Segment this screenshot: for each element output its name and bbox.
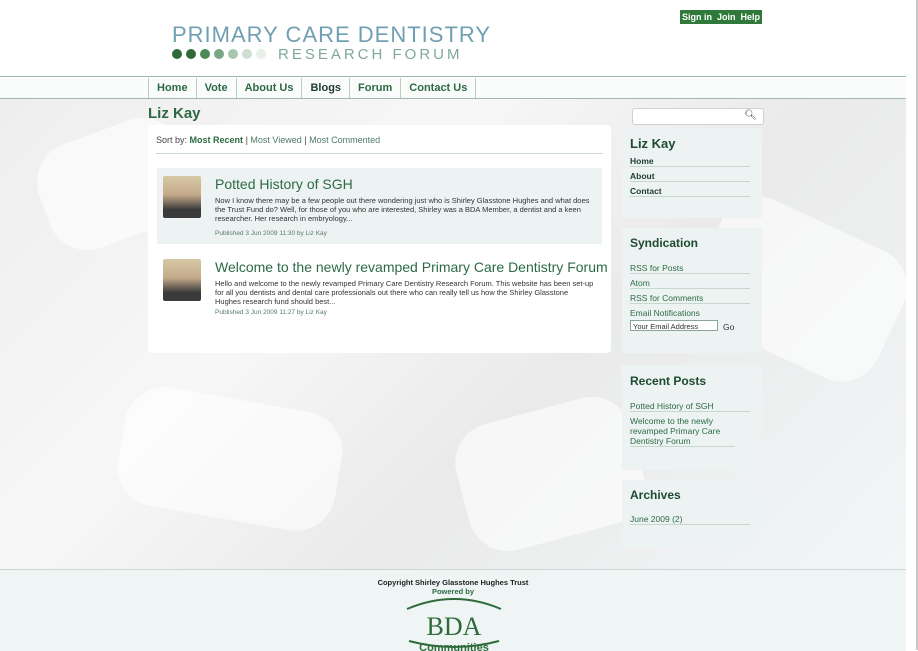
logo-dot: [242, 49, 252, 59]
post-excerpt: Now I know there may be a few people out…: [215, 196, 590, 223]
profile-link-contact[interactable]: Contact: [630, 186, 750, 197]
profile-link-home[interactable]: Home: [630, 156, 750, 167]
author-avatar[interactable]: [163, 176, 201, 218]
bda-logo-text: BDA: [427, 612, 482, 641]
post-item: Potted History of SGH Now I know there m…: [157, 168, 602, 244]
copyright-text: Copyright Shirley Glasstone Hughes Trust: [377, 578, 529, 587]
post-excerpt: Hello and welcome to the newly revamped …: [215, 279, 594, 306]
account-bar: Sign in Join Help: [680, 10, 762, 24]
profile-widget: Liz Kay Home About Contact: [622, 128, 762, 218]
recent-post-link[interactable]: Welcome to the newly revamped Primary Ca…: [630, 416, 735, 447]
nav-about-us[interactable]: About Us: [235, 78, 302, 98]
atom-link[interactable]: Atom: [630, 278, 750, 289]
recent-post-link[interactable]: Potted History of SGH: [630, 401, 750, 412]
profile-title: Liz Kay: [630, 136, 676, 151]
sort-most-recent[interactable]: Most Recent: [190, 135, 244, 145]
nav-contact-us[interactable]: Contact Us: [400, 78, 477, 98]
sort-most-commented[interactable]: Most Commented: [309, 135, 380, 145]
logo-subtitle[interactable]: RESEARCH FORUM: [278, 46, 463, 63]
email-notifications-label: Email Notifications: [630, 308, 700, 318]
profile-link-about[interactable]: About: [630, 171, 750, 182]
post-title-link[interactable]: Potted History of SGH: [215, 176, 353, 192]
logo-dots: [172, 49, 266, 59]
sort-separator: |: [245, 135, 248, 145]
rss-comments-link[interactable]: RSS for Comments: [630, 293, 750, 304]
logo-dot: [186, 49, 196, 59]
site-footer: Copyright Shirley Glasstone Hughes Trust…: [0, 569, 906, 651]
page-title: Liz Kay: [148, 105, 201, 122]
logo-dot: [200, 49, 210, 59]
site-header: PRIMARY CARE DENTISTRY RESEARCH FORUM Si…: [0, 0, 906, 77]
search-icon[interactable]: 🔍︎: [744, 110, 757, 121]
sign-in-link[interactable]: Sign in: [682, 12, 712, 22]
divider: [156, 153, 603, 154]
logo-dot: [256, 49, 266, 59]
post-item: Welcome to the newly revamped Primary Ca…: [157, 251, 608, 327]
go-button[interactable]: Go: [723, 322, 734, 332]
sort-bar: Sort by: Most Recent | Most Viewed | Mos…: [156, 135, 380, 145]
main-nav: Home Vote About Us Blogs Forum Contact U…: [0, 78, 906, 99]
recent-posts-widget: Recent Posts Potted History of SGH Welco…: [622, 365, 762, 470]
logo-dot: [214, 49, 224, 59]
post-title-link[interactable]: Welcome to the newly revamped Primary Ca…: [215, 259, 608, 275]
syndication-widget: Syndication RSS for Posts Atom RSS for C…: [622, 228, 762, 353]
nav-blogs[interactable]: Blogs: [301, 78, 349, 98]
sort-separator: |: [304, 135, 307, 145]
bda-logo-graphic: BDA Communities: [406, 598, 502, 651]
archives-widget: Archives June 2009 (2): [622, 480, 762, 548]
nav-home[interactable]: Home: [148, 78, 196, 98]
email-field[interactable]: Your Email Address: [630, 320, 718, 331]
syndication-title: Syndication: [630, 236, 699, 250]
help-link[interactable]: Help: [741, 12, 761, 22]
join-link[interactable]: Join: [717, 12, 736, 22]
recent-posts-title: Recent Posts: [630, 374, 707, 388]
archives-title: Archives: [630, 488, 681, 502]
search-input[interactable]: 🔍︎: [632, 108, 764, 125]
background-shape: [111, 380, 349, 538]
bda-logo[interactable]: BDA Communities: [399, 595, 509, 651]
logo-dot: [172, 49, 182, 59]
rss-posts-link[interactable]: RSS for Posts: [630, 263, 750, 274]
sort-label: Sort by:: [156, 135, 188, 145]
post-meta: Published 3 Jun 2009 11:27 by Liz Kay: [215, 309, 327, 316]
archive-link[interactable]: June 2009 (2): [630, 514, 750, 525]
logo-dot: [228, 49, 238, 59]
posts-panel: Sort by: Most Recent | Most Viewed | Mos…: [148, 125, 611, 353]
post-meta: Published 3 Jun 2009 11:30 by Liz Kay: [215, 230, 327, 237]
nav-vote[interactable]: Vote: [195, 78, 236, 98]
nav-forum[interactable]: Forum: [349, 78, 400, 98]
author-avatar[interactable]: [163, 259, 201, 301]
sort-most-viewed[interactable]: Most Viewed: [250, 135, 301, 145]
logo-title[interactable]: PRIMARY CARE DENTISTRY: [172, 22, 491, 48]
